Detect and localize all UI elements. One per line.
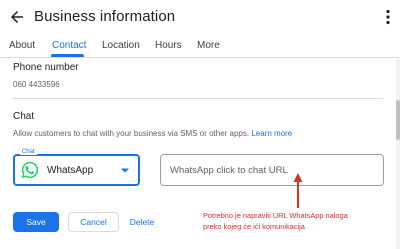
tab-location[interactable]: Location [102,40,140,51]
annotation-arrow-icon [293,173,303,208]
app-header: Business information [0,0,400,34]
phone-number-value: 060 4433596 [13,80,60,89]
back-arrow-icon[interactable] [8,8,26,26]
whatsapp-icon [21,161,39,179]
learn-more-link[interactable]: Learn more [251,129,292,138]
chat-description-text: Allow customers to chat with your busine… [13,129,250,138]
delete-button[interactable]: Delete [126,212,158,232]
tab-about[interactable]: About [9,40,35,51]
tab-hours[interactable]: Hours [155,40,182,51]
chat-heading: Chat [13,111,35,122]
annotation-line-1: Potrebno je napraviti URL WhatsApp nalog… [203,211,348,220]
selected-chat-app: WhatsApp [47,165,94,176]
scrollbar-thumb[interactable] [396,100,400,140]
active-tab-indicator [51,54,84,57]
tab-bar: About Contact Location Hours More [0,34,400,58]
chevron-down-icon[interactable] [121,168,129,173]
chat-select-label: Chat [20,149,37,155]
annotation-line-2: preko kojeg će ići komunikacija [203,222,305,231]
chat-url-input[interactable] [160,154,384,186]
tab-contact[interactable]: Contact [52,40,86,51]
phone-number-label: Phone number [13,62,79,73]
cancel-button[interactable]: Cancel [68,212,119,232]
section-divider [13,98,383,99]
chat-description: Allow customers to chat with your busine… [13,129,292,138]
page-title: Business information [34,8,176,25]
more-vert-icon[interactable] [385,9,391,25]
annotation-note: Potrebno je napraviti URL WhatsApp nalog… [203,210,398,232]
save-button[interactable]: Save [13,212,59,232]
tab-more[interactable]: More [197,40,220,51]
